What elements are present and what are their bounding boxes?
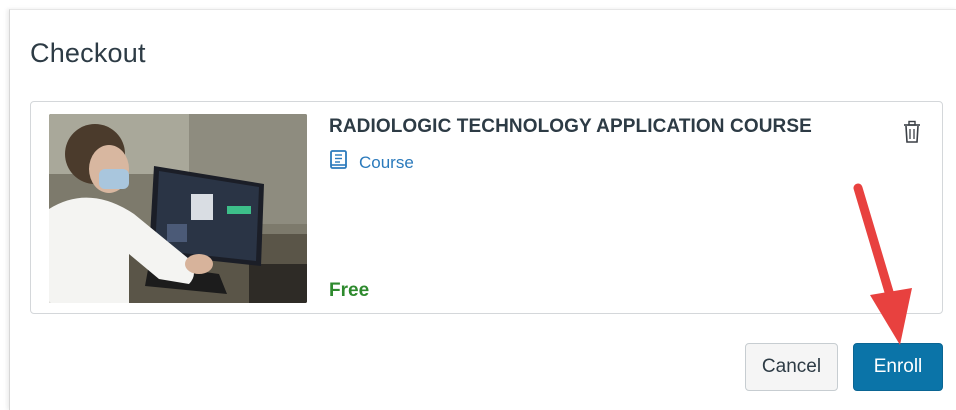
course-price: Free	[329, 280, 370, 301]
course-thumbnail	[49, 114, 307, 303]
course-type: Course	[329, 149, 414, 176]
book-icon	[329, 149, 349, 176]
cancel-button[interactable]: Cancel	[745, 343, 838, 391]
cart-item-card: RADIOLOGIC TECHNOLOGY APPLICATION COURSE…	[30, 101, 943, 314]
course-type-label: Course	[359, 152, 414, 172]
course-name: RADIOLOGIC TECHNOLOGY APPLICATION COURSE	[329, 116, 812, 137]
trash-icon[interactable]	[901, 120, 923, 144]
checkout-modal: Checkout RADIOLOGIC TECHNOLOGY APPLICATI…	[9, 9, 956, 410]
enroll-button[interactable]: Enroll	[853, 343, 943, 391]
modal-title: Checkout	[30, 38, 146, 68]
